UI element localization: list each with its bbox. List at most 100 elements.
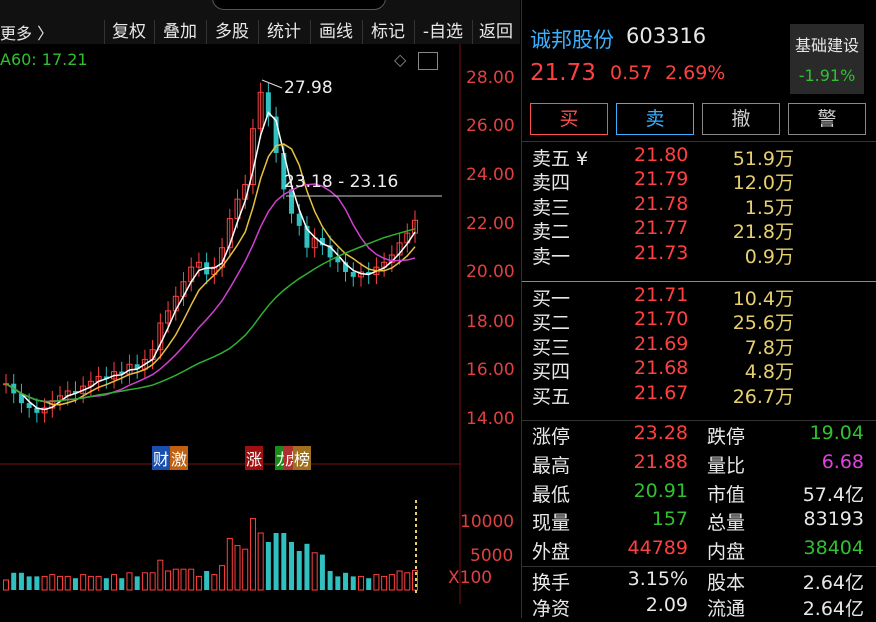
bid-row[interactable]: 买四 21.68 4.8万	[522, 357, 876, 383]
fuquan-button[interactable]: 复权	[104, 20, 153, 44]
ask-price: 21.79	[634, 168, 689, 191]
list-tag[interactable]: 榜	[293, 446, 312, 470]
kline-canvas[interactable]	[0, 44, 520, 618]
volume-bar	[3, 579, 9, 591]
stat-value: 2.09	[645, 594, 688, 616]
volume-bar	[57, 575, 64, 591]
ask-level-label: 卖五 ¥	[532, 148, 589, 170]
bid-volume: 7.8万	[744, 336, 794, 359]
ask-level-label: 卖三	[532, 196, 571, 219]
ask-row[interactable]: 卖五 ¥ 21.80 51.9万	[522, 144, 876, 170]
y-tick: 20.00	[466, 262, 515, 282]
divider	[522, 420, 876, 421]
stat-label: 涨停	[532, 426, 571, 448]
volume-bar	[366, 578, 372, 590]
stat-label: 内盘	[707, 541, 746, 564]
incentive-tag[interactable]: 激	[170, 446, 189, 470]
stat-row: 外盘 44789 内盘 38404	[522, 537, 876, 563]
diamond-icon[interactable]: ◇	[394, 50, 406, 69]
stat-label: 换手	[532, 572, 571, 594]
ask-volume: 1.5万	[744, 196, 794, 219]
alert-button[interactable]: 警	[788, 103, 866, 135]
ask-level-label: 卖一	[532, 245, 571, 268]
stock-code: 603316	[626, 24, 707, 48]
bid-level-label: 买一	[532, 288, 571, 310]
stat-value: 21.88	[633, 450, 688, 473]
limit-up-tag[interactable]: 涨	[245, 446, 264, 470]
bid-level-label: 买二	[532, 312, 571, 335]
stat-row: 净资 2.09 流通 2.64亿	[522, 594, 876, 620]
volume-bar	[18, 572, 24, 590]
ma60-label: A60: 17.21	[0, 50, 88, 69]
back-button[interactable]: 返回	[472, 20, 519, 44]
mark-button[interactable]: 标记	[362, 20, 413, 44]
ask-row[interactable]: 卖二 21.77 21.8万	[522, 217, 876, 244]
volume-bar	[289, 542, 295, 590]
stat-label: 现量	[532, 512, 571, 535]
statistics-button[interactable]: 统计	[258, 20, 309, 44]
ma-line	[5, 183, 416, 403]
volume-bar	[350, 576, 356, 590]
bid-row[interactable]: 买一 21.71 10.4万	[522, 284, 876, 310]
bid-price: 21.68	[634, 357, 689, 380]
panel-toggle-icon[interactable]	[418, 52, 438, 70]
price-change: 0.57	[610, 62, 653, 84]
vol-tick: 10000	[460, 512, 515, 532]
volume-bar	[172, 568, 179, 591]
bid-level-label: 买三	[532, 336, 571, 359]
range-label: 23.18 - 23.16	[284, 172, 399, 192]
high-pointer	[261, 79, 283, 89]
candle-body	[350, 272, 356, 277]
ask-row[interactable]: 卖一 21.73 0.9万	[522, 242, 876, 268]
stat-row: 涨停 23.28 跌停 19.04	[522, 422, 876, 448]
volume-bar	[257, 532, 264, 591]
y-tick: 14.00	[466, 409, 515, 429]
volume-bar	[234, 545, 241, 591]
price-change-pct: 2.69%	[665, 62, 726, 84]
y-tick: 28.00	[466, 68, 515, 88]
stat-value: 2.64亿	[802, 572, 864, 594]
cancel-order-button[interactable]: 撤	[702, 103, 780, 135]
buy-button[interactable]: 买	[530, 103, 608, 135]
multi-stock-button[interactable]: 多股	[206, 20, 257, 44]
volume-bar	[141, 572, 148, 591]
sector-box[interactable]: 基础建设 -1.91%	[790, 24, 864, 94]
kline-chart[interactable]: A60: 17.21 ◇ 27.98 23.18 - 23.16 28.00 2…	[0, 44, 520, 618]
more-menu[interactable]: 更多 〉	[0, 20, 53, 44]
volume-bar	[388, 574, 395, 591]
overlay-button[interactable]: 叠加	[154, 20, 205, 44]
search-input[interactable]	[212, 0, 386, 10]
bid-row[interactable]: 买五 21.67 26.7万	[522, 382, 876, 408]
ask-volume: 21.8万	[732, 221, 794, 244]
volume-bar	[219, 565, 226, 591]
volume-bar	[381, 575, 388, 591]
finance-tag[interactable]: 财	[152, 446, 171, 470]
ask-level-label: 卖二	[532, 221, 571, 244]
stat-label: 外盘	[532, 541, 571, 564]
ask-row[interactable]: 卖三 21.78 1.5万	[522, 192, 876, 219]
chart-toolbar: 更多 〉 复权 叠加 多股 统计 画线 标记 -自选 返回	[0, 0, 520, 44]
volume-bar	[165, 570, 172, 591]
stat-label: 市值	[707, 483, 746, 506]
volume-bar	[41, 575, 48, 591]
volume-bar	[249, 518, 256, 591]
divider	[522, 566, 876, 567]
ask-price: 21.80	[634, 144, 689, 166]
stock-name[interactable]: 诚邦股份	[530, 24, 614, 54]
volume-bar	[119, 578, 125, 590]
volume-bar	[343, 572, 349, 590]
volume-bar	[226, 537, 233, 591]
volume-bar	[80, 574, 87, 591]
high-price-label: 27.98	[284, 78, 333, 98]
ask-row[interactable]: 卖四 21.79 12.0万	[522, 168, 876, 194]
bid-level-label: 买五	[532, 385, 571, 408]
draw-line-button[interactable]: 画线	[310, 20, 361, 44]
remove-watchlist-button[interactable]: -自选	[414, 20, 471, 44]
ask-price: 21.78	[634, 192, 689, 215]
bid-row[interactable]: 买三 21.69 7.8万	[522, 333, 876, 359]
ask-price: 21.77	[634, 217, 689, 240]
volume-bar	[11, 572, 17, 590]
divider	[522, 141, 876, 142]
sell-button[interactable]: 卖	[616, 103, 694, 135]
bid-row[interactable]: 买二 21.70 25.6万	[522, 308, 876, 335]
